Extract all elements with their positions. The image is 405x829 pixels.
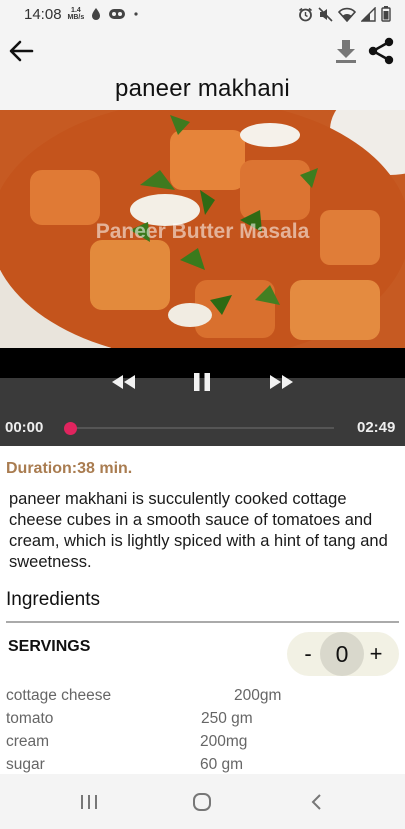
recent-apps-icon [81,795,97,809]
ingredient-qty: 200gm [234,687,282,704]
video-watermark: Paneer Butter Masala [95,220,310,243]
system-nav-bar [0,774,405,829]
recipe-description: paneer makhani is succulently cooked cot… [9,490,388,571]
pause-icon [194,373,210,391]
servings-label: SERVINGS [8,638,91,655]
rewind-icon [112,375,135,389]
divider [6,621,399,623]
back-icon [311,794,321,810]
system-back-button[interactable] [296,790,336,814]
ingredient-name: tomato [6,710,54,727]
wifi-icon [338,7,356,22]
status-right [298,6,391,22]
ingredient-qty: 200mg [200,733,248,750]
ingredients-heading: Ingredients [6,589,101,610]
servings-stepper: - 0 + [287,632,399,676]
home-icon [193,793,211,811]
fast-forward-button[interactable] [267,368,297,396]
share-icon [368,37,394,65]
network-speed-unit: MB/s [67,14,85,21]
total-time: 02:49 [357,419,396,436]
status-bar: 14:08 1.4 MB/s [0,0,405,28]
playback-controls [0,368,405,398]
video-player[interactable]: Paneer Butter Masala 00:00 02:49 [0,110,405,446]
circle-badge-icon [108,7,126,21]
signal-icon [361,6,376,22]
servings-value: 0 [320,632,364,676]
ingredient-name: cottage cheese [6,687,112,704]
download-button[interactable] [332,36,360,66]
fast-forward-icon [270,375,293,389]
ingredient-row: tomato 250 gm [6,710,405,732]
recent-apps-button[interactable] [69,790,109,814]
battery-icon [381,6,391,22]
status-left: 14:08 1.4 MB/s [24,6,140,23]
mute-icon [318,6,333,22]
page-title: paneer makhani [115,75,290,102]
network-speed: 1.4 MB/s [68,7,85,21]
download-icon [336,40,356,63]
back-arrow-icon [9,40,34,62]
dot-icon [132,7,140,21]
alarm-icon [298,7,313,22]
seek-thumb[interactable] [64,422,77,435]
status-time: 14:08 [24,5,62,23]
pause-button[interactable] [188,368,216,396]
home-button[interactable] [182,790,222,814]
seek-bar[interactable] [64,427,334,429]
decrease-servings-button[interactable]: - [297,641,319,667]
ingredient-name: sugar [6,756,45,773]
network-speed-value: 1.4 [71,7,81,14]
video-frame[interactable]: Paneer Butter Masala [0,110,405,348]
increase-servings-button[interactable]: + [365,641,387,667]
ingredient-qty: 60 gm [200,756,244,773]
ingredient-qty: 250 gm [201,710,253,727]
drop-icon [90,7,102,21]
duration-text: Duration:38 min. [6,460,133,477]
app-bar: paneer makhani [0,28,405,110]
current-time: 00:00 [5,419,44,436]
back-button[interactable] [6,36,36,66]
ingredient-row: cream 200mg [6,733,405,755]
ingredient-name: cream [6,733,50,750]
share-button[interactable] [366,36,396,66]
rewind-button[interactable] [108,368,138,396]
ingredient-row: cottage cheese 200gm [6,687,405,709]
